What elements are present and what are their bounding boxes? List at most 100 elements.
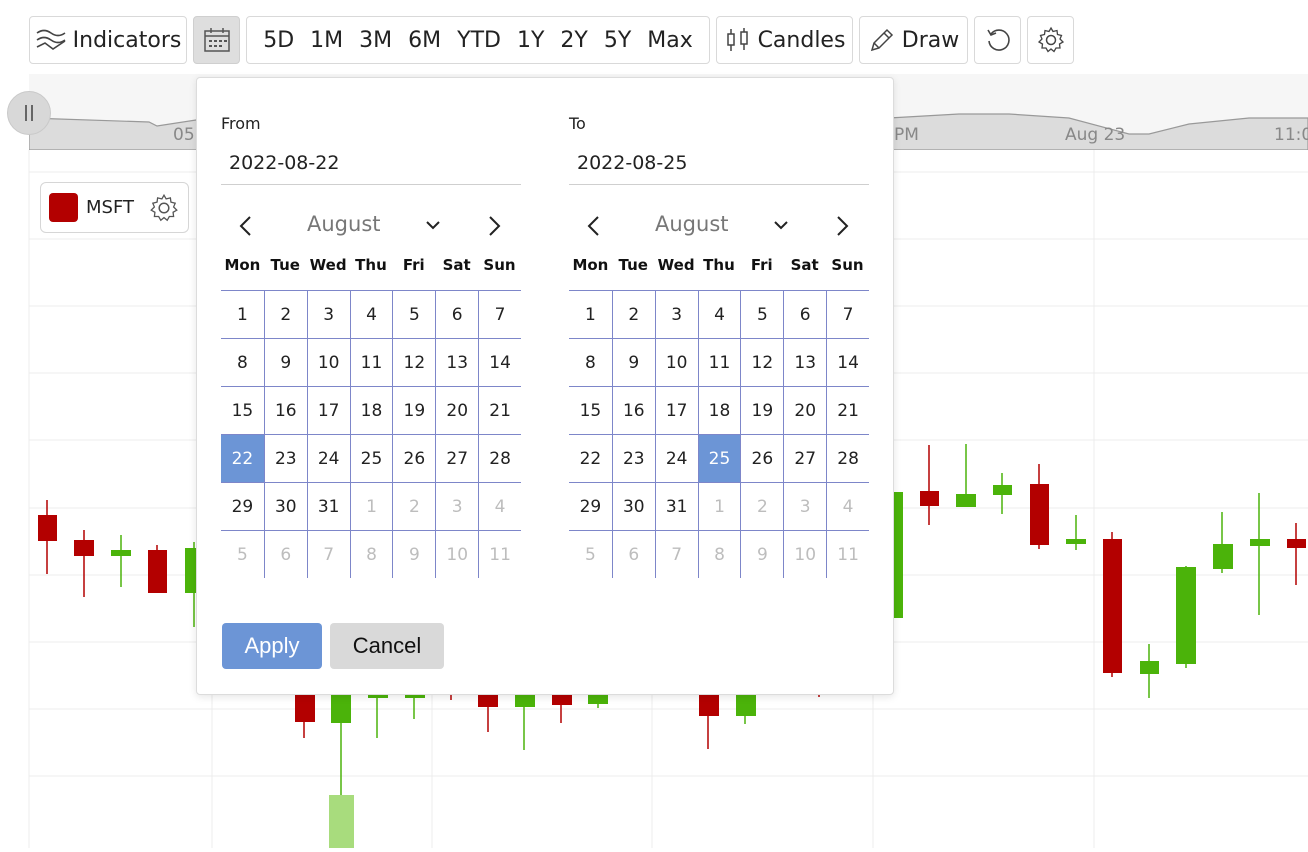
to-prev-month-icon[interactable]: [583, 214, 605, 238]
from-day-cell[interactable]: 29: [221, 482, 264, 530]
from-day-cell[interactable]: 9: [263, 338, 307, 386]
from-day-cell[interactable]: 4: [349, 290, 393, 338]
from-day-cell[interactable]: 30: [263, 482, 307, 530]
from-day-cell[interactable]: 20: [435, 386, 479, 434]
from-day-cell[interactable]: 31: [306, 482, 350, 530]
from-day-cell[interactable]: 17: [306, 386, 350, 434]
draw-button[interactable]: Draw: [859, 16, 968, 64]
navigator-handle[interactable]: [7, 91, 51, 135]
to-month-select[interactable]: August: [655, 212, 729, 236]
from-day-cell[interactable]: 5: [392, 290, 436, 338]
from-day-cell[interactable]: 26: [392, 434, 436, 482]
from-day-cell[interactable]: 9: [392, 530, 436, 578]
from-day-cell[interactable]: 12: [392, 338, 436, 386]
to-day-cell[interactable]: 21: [826, 386, 869, 434]
from-day-cell[interactable]: 24: [306, 434, 350, 482]
to-day-cell[interactable]: 1: [697, 482, 741, 530]
from-day-cell[interactable]: 7: [306, 530, 350, 578]
to-day-cell[interactable]: 31: [654, 482, 698, 530]
from-day-cell[interactable]: 6: [263, 530, 307, 578]
settings-button[interactable]: [1027, 16, 1074, 64]
from-day-cell[interactable]: 2: [392, 482, 436, 530]
range-3m[interactable]: 3M: [351, 28, 400, 53]
from-prev-month-icon[interactable]: [235, 214, 257, 238]
series-legend[interactable]: MSFT: [40, 182, 189, 233]
to-day-cell[interactable]: 30: [611, 482, 655, 530]
from-day-cell[interactable]: 8: [349, 530, 393, 578]
from-day-cell[interactable]: 23: [263, 434, 307, 482]
from-day-cell[interactable]: 3: [435, 482, 479, 530]
range-6m[interactable]: 6M: [400, 28, 449, 53]
gear-icon[interactable]: [148, 192, 180, 224]
from-day-cell[interactable]: 10: [306, 338, 350, 386]
range-5y[interactable]: 5Y: [596, 28, 639, 53]
to-day-cell[interactable]: 27: [783, 434, 827, 482]
to-day-cell[interactable]: 15: [569, 386, 612, 434]
from-day-cell[interactable]: 4: [478, 482, 521, 530]
to-selected-day[interactable]: 25: [697, 434, 741, 482]
from-day-cell[interactable]: 16: [263, 386, 307, 434]
to-day-cell[interactable]: 3: [783, 482, 827, 530]
from-day-cell[interactable]: 18: [349, 386, 393, 434]
to-day-cell[interactable]: 6: [611, 530, 655, 578]
range-max[interactable]: Max: [639, 28, 700, 53]
from-day-cell[interactable]: 5: [221, 530, 264, 578]
to-day-cell[interactable]: 8: [697, 530, 741, 578]
to-day-cell[interactable]: 4: [697, 290, 741, 338]
to-day-cell[interactable]: 14: [826, 338, 869, 386]
from-day-cell[interactable]: 1: [349, 482, 393, 530]
date-range-button[interactable]: [193, 16, 240, 64]
from-month-select[interactable]: August: [307, 212, 381, 236]
to-day-cell[interactable]: 20: [783, 386, 827, 434]
to-day-cell[interactable]: 17: [654, 386, 698, 434]
to-day-cell[interactable]: 16: [611, 386, 655, 434]
to-date-input[interactable]: [569, 142, 869, 185]
to-next-month-icon[interactable]: [831, 214, 853, 238]
to-day-cell[interactable]: 26: [740, 434, 784, 482]
range-1y[interactable]: 1Y: [509, 28, 552, 53]
from-day-cell[interactable]: 13: [435, 338, 479, 386]
from-day-cell[interactable]: 25: [349, 434, 393, 482]
to-day-cell[interactable]: 8: [569, 338, 612, 386]
to-day-cell[interactable]: 10: [654, 338, 698, 386]
chevron-down-icon[interactable]: [425, 216, 441, 235]
from-day-cell[interactable]: 8: [221, 338, 264, 386]
to-day-cell[interactable]: 4: [826, 482, 869, 530]
indicators-button[interactable]: Indicators: [29, 16, 187, 64]
to-day-cell[interactable]: 19: [740, 386, 784, 434]
from-selected-day[interactable]: 22: [221, 434, 264, 482]
from-next-month-icon[interactable]: [483, 214, 505, 238]
from-date-input[interactable]: [221, 142, 521, 185]
from-day-cell[interactable]: 10: [435, 530, 479, 578]
from-day-cell[interactable]: 11: [349, 338, 393, 386]
from-day-cell[interactable]: 15: [221, 386, 264, 434]
to-day-cell[interactable]: 22: [569, 434, 612, 482]
from-day-cell[interactable]: 27: [435, 434, 479, 482]
to-day-cell[interactable]: 5: [740, 290, 784, 338]
to-day-cell[interactable]: 2: [740, 482, 784, 530]
range-5d[interactable]: 5D: [255, 28, 302, 53]
to-day-cell[interactable]: 11: [697, 338, 741, 386]
reset-button[interactable]: [974, 16, 1021, 64]
to-day-cell[interactable]: 13: [783, 338, 827, 386]
to-day-cell[interactable]: 10: [783, 530, 827, 578]
to-day-cell[interactable]: 6: [783, 290, 827, 338]
to-day-cell[interactable]: 18: [697, 386, 741, 434]
from-day-cell[interactable]: 19: [392, 386, 436, 434]
from-day-cell[interactable]: 21: [478, 386, 521, 434]
chart-type-button[interactable]: Candles: [716, 16, 853, 64]
to-day-cell[interactable]: 5: [569, 530, 612, 578]
cancel-button[interactable]: Cancel: [330, 623, 444, 669]
apply-button[interactable]: Apply: [222, 623, 322, 669]
from-day-cell[interactable]: 7: [478, 290, 521, 338]
range-1m[interactable]: 1M: [302, 28, 351, 53]
to-day-cell[interactable]: 29: [569, 482, 612, 530]
to-day-cell[interactable]: 7: [654, 530, 698, 578]
to-day-cell[interactable]: 23: [611, 434, 655, 482]
to-day-cell[interactable]: 28: [826, 434, 869, 482]
from-day-cell[interactable]: 2: [263, 290, 307, 338]
to-day-cell[interactable]: 24: [654, 434, 698, 482]
to-day-cell[interactable]: 2: [611, 290, 655, 338]
from-day-cell[interactable]: 14: [478, 338, 521, 386]
to-day-cell[interactable]: 11: [826, 530, 869, 578]
